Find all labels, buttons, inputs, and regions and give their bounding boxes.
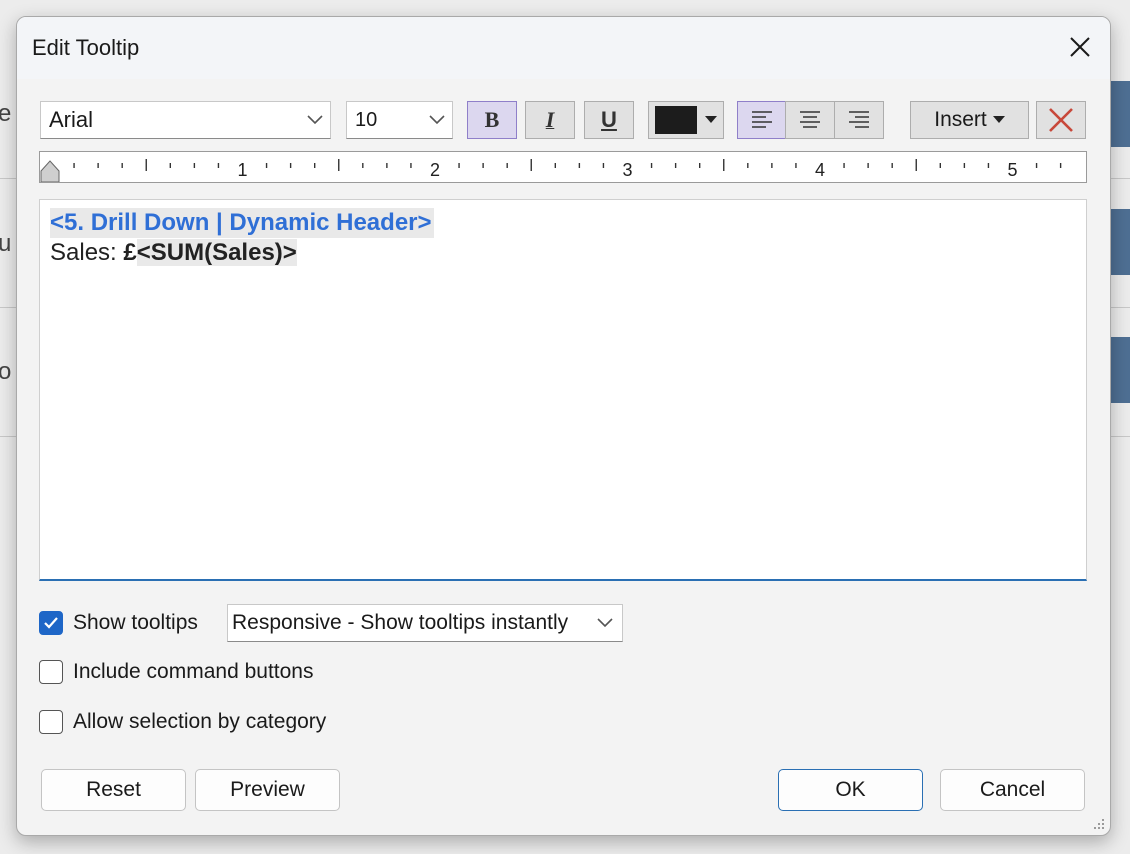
chevron-down-icon <box>588 618 622 628</box>
bold-button[interactable]: B <box>467 101 517 139</box>
align-left-icon <box>752 111 772 128</box>
ruler-label: 2 <box>430 160 440 180</box>
sum-sales-field: <SUM(Sales)> <box>136 239 297 266</box>
checkmark-icon <box>44 617 58 629</box>
caret-down-icon <box>992 116 1005 123</box>
preview-button[interactable]: Preview <box>195 769 340 811</box>
align-center-icon <box>800 111 820 128</box>
show-tooltips-label: Show tooltips <box>73 611 198 634</box>
show-tooltips-checkbox[interactable] <box>39 611 63 635</box>
currency-symbol: £ <box>123 239 137 266</box>
insert-button[interactable]: Insert <box>910 101 1029 139</box>
align-center-button[interactable] <box>785 101 835 139</box>
ruler-scale: 1 2 3 4 5 <box>40 159 1062 182</box>
font-family-select[interactable]: Arial <box>40 101 331 139</box>
font-size-select[interactable]: 10 <box>346 101 453 139</box>
sales-line: Sales: £<SUM(Sales)> <box>50 238 1076 268</box>
include-command-buttons-label: Include command buttons <box>73 660 314 683</box>
allow-selection-label: Allow selection by category <box>73 710 327 733</box>
cancel-button[interactable]: Cancel <box>940 769 1085 811</box>
edit-tooltip-dialog: Edit Tooltip Arial 10 B I U Insert 1 2 3… <box>16 16 1111 836</box>
underline-button[interactable]: U <box>584 101 634 139</box>
insert-label: Insert <box>934 108 987 131</box>
tooltip-mode-select[interactable]: Responsive - Show tooltips instantly <box>227 604 623 642</box>
ruler-label: 5 <box>1007 160 1017 180</box>
text-color-button[interactable] <box>648 101 724 139</box>
bg-text-fragment: o <box>0 358 12 385</box>
italic-button[interactable]: I <box>525 101 575 139</box>
include-command-buttons-option: Include command buttons <box>39 658 313 686</box>
align-right-icon <box>849 111 869 128</box>
red-x-icon <box>1049 108 1073 132</box>
font-size-value: 10 <box>355 108 378 131</box>
allow-selection-option: Allow selection by category <box>39 708 326 736</box>
ruler-label: 1 <box>237 160 247 180</box>
close-button[interactable] <box>1064 31 1096 63</box>
indent-marker-handle[interactable] <box>40 160 60 182</box>
show-tooltips-option: Show tooltips <box>39 609 198 637</box>
sales-label: Sales: <box>50 239 124 266</box>
tooltip-text-editor[interactable]: <5. Drill Down | Dynamic Header> Sales: … <box>39 199 1087 581</box>
include-command-buttons-checkbox[interactable] <box>39 660 63 684</box>
dynamic-header-field: <5. Drill Down | Dynamic Header> <box>50 208 434 238</box>
chevron-down-icon <box>422 115 452 125</box>
color-swatch <box>655 106 697 134</box>
resize-grip-icon[interactable] <box>1092 817 1106 831</box>
ruler-label: 3 <box>622 160 632 180</box>
align-left-button[interactable] <box>737 101 787 139</box>
bg-text-fragment: e <box>0 100 12 127</box>
caret-down-icon <box>705 116 717 123</box>
allow-selection-checkbox[interactable] <box>39 710 63 734</box>
reset-button[interactable]: Reset <box>41 769 186 811</box>
bg-bar <box>1110 81 1130 147</box>
title-bar: Edit Tooltip <box>17 17 1110 79</box>
bg-bar <box>1110 209 1130 275</box>
font-family-value: Arial <box>49 107 94 132</box>
ruler-label: 4 <box>815 160 825 180</box>
tooltip-mode-value: Responsive - Show tooltips instantly <box>232 611 569 634</box>
ok-button[interactable]: OK <box>778 769 923 811</box>
clear-formatting-button[interactable] <box>1036 101 1086 139</box>
align-right-button[interactable] <box>834 101 884 139</box>
dialog-title: Edit Tooltip <box>32 35 140 60</box>
ruler: 1 2 3 4 5 <box>39 151 1087 183</box>
bg-bar <box>1110 337 1130 403</box>
chevron-down-icon <box>300 115 330 125</box>
bg-text-fragment: u <box>0 230 12 257</box>
close-icon <box>1070 37 1090 57</box>
